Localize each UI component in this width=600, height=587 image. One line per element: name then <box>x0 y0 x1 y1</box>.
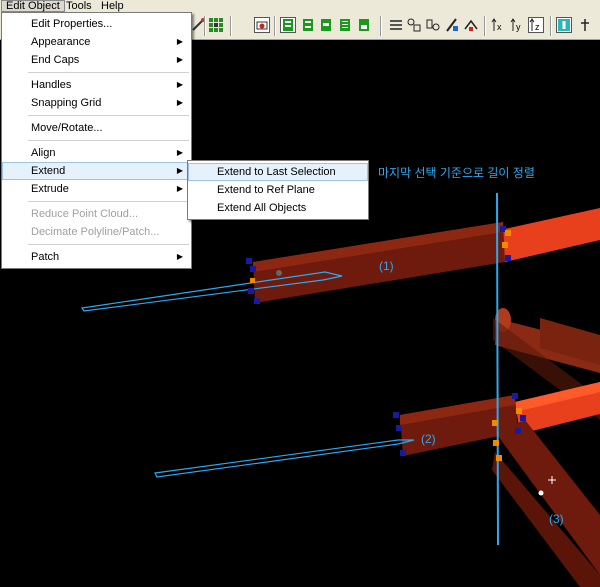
menu-item-extend-all-objects[interactable]: Extend All Objects <box>188 199 368 217</box>
toolbar-separator <box>550 16 552 36</box>
menu-item-label: End Caps <box>31 54 80 66</box>
select-tool-icon[interactable] <box>444 17 460 33</box>
toolbar-separator <box>204 16 206 36</box>
menu-item-label: Patch <box>31 251 60 263</box>
annotation-title: 마지막 선택 기준으로 길이 정렬 <box>378 166 535 180</box>
menu-item-extend-to-ref-plane[interactable]: Extend to Ref Plane <box>188 181 368 199</box>
menu-item-label: Move/Rotate... <box>31 122 103 134</box>
axis-z-icon[interactable]: z <box>528 17 544 33</box>
menu-item-extrude[interactable]: Extrude ▶ <box>2 180 191 198</box>
menu-item-patch[interactable]: Patch ▶ <box>2 248 191 266</box>
menu-item-handles[interactable]: Handles ▶ <box>2 76 191 94</box>
submenu-arrow-icon: ▶ <box>176 148 183 157</box>
beam-3 <box>495 420 600 575</box>
axis-y-icon[interactable]: y <box>509 17 525 33</box>
menu-item-label: Extend <box>31 165 66 177</box>
axis-y-label: y <box>516 22 521 32</box>
menu-help[interactable]: Help <box>97 0 128 12</box>
toolbar-separator <box>380 16 382 36</box>
point-cloud-icon[interactable] <box>425 17 441 33</box>
fit-icon[interactable] <box>463 17 479 33</box>
menu-item-label: Handles <box>31 79 72 91</box>
menu-item-label: Edit Properties... <box>31 18 113 30</box>
toolbar-separator <box>230 16 232 36</box>
submenu-arrow-icon: ▶ <box>176 166 183 175</box>
menu-separator <box>28 115 189 116</box>
menu-item-reduce-point-cloud[interactable]: Reduce Point Cloud... <box>2 205 191 223</box>
menu-item-extend-to-last-selection[interactable]: Extend to Last Selection <box>188 163 368 181</box>
menu-separator <box>28 72 189 73</box>
menu-item-label: Reduce Point Cloud... <box>31 208 139 220</box>
submenu-arrow-icon: ▶ <box>176 98 183 107</box>
submenu-arrow-icon: ▶ <box>176 252 183 261</box>
edit-object-icon[interactable] <box>406 17 422 33</box>
menu-item-decimate[interactable]: Decimate Polyline/Patch... <box>2 223 191 241</box>
toolbar-separator <box>274 16 276 36</box>
menu-item-appearance[interactable]: Appearance ▶ <box>2 33 191 51</box>
label-beam-1: (1) <box>379 259 394 273</box>
axis-x-icon[interactable]: x <box>490 17 506 33</box>
label-beam-3: (3) <box>549 512 564 526</box>
menu-item-snapping-grid[interactable]: Snapping Grid ▶ <box>2 94 191 112</box>
menu-item-label: Decimate Polyline/Patch... <box>31 226 160 238</box>
menu-tools[interactable]: Tools <box>62 0 96 12</box>
menu-item-label: Extrude <box>31 183 69 195</box>
info-icon[interactable] <box>556 17 572 33</box>
submenu-arrow-icon: ▶ <box>176 37 183 46</box>
menu-item-move-rotate[interactable]: Move/Rotate... <box>2 119 191 137</box>
menu-item-align[interactable]: Align ▶ <box>2 144 191 162</box>
menu-item-label: Snapping Grid <box>31 97 102 109</box>
toolbar-separator <box>484 16 486 36</box>
view-green-2-icon[interactable] <box>300 17 316 33</box>
view-green-4-icon[interactable] <box>337 17 353 33</box>
menu-item-end-caps[interactable]: End Caps ▶ <box>2 51 191 69</box>
edit-object-menu: Edit Properties... Appearance ▶ End Caps ▶… <box>1 12 192 269</box>
view-green-3-icon[interactable] <box>318 17 334 33</box>
menu-bar: Edit Object Tools Help <box>0 0 600 12</box>
extend-submenu: Extend to Last Selection Extend to Ref P… <box>187 160 369 220</box>
beam-top-right <box>500 208 600 262</box>
reference-plane-line <box>496 192 499 546</box>
view-green-1-icon[interactable] <box>280 17 296 33</box>
render-icon[interactable] <box>254 17 270 33</box>
menu-item-edit-properties[interactable]: Edit Properties... <box>2 15 191 33</box>
submenu-arrow-icon: ▶ <box>176 184 183 193</box>
annotation-arrows <box>80 271 415 478</box>
menu-separator <box>28 201 189 202</box>
menu-separator <box>28 140 189 141</box>
menu-item-label: Extend to Ref Plane <box>217 184 315 196</box>
menu-separator <box>28 244 189 245</box>
axis-x-label: x <box>497 22 502 32</box>
menu-edit-object[interactable]: Edit Object <box>1 0 65 12</box>
submenu-arrow-icon: ▶ <box>176 80 183 89</box>
menu-item-label: Extend All Objects <box>217 202 307 214</box>
axis-z-label: z <box>535 22 540 32</box>
menu-item-label: Align <box>31 147 56 159</box>
menu-item-label: Appearance <box>31 36 91 48</box>
submenu-arrow-icon: ▶ <box>176 55 183 64</box>
label-beam-2: (2) <box>421 432 436 446</box>
menu-item-label: Extend to Last Selection <box>217 166 336 178</box>
pin-icon[interactable] <box>577 17 593 33</box>
view-green-5-icon[interactable] <box>356 17 372 33</box>
menu-item-extend[interactable]: Extend ▶ <box>2 162 191 180</box>
layers-icon[interactable] <box>388 17 404 33</box>
grid-snap-icon[interactable] <box>208 17 224 33</box>
